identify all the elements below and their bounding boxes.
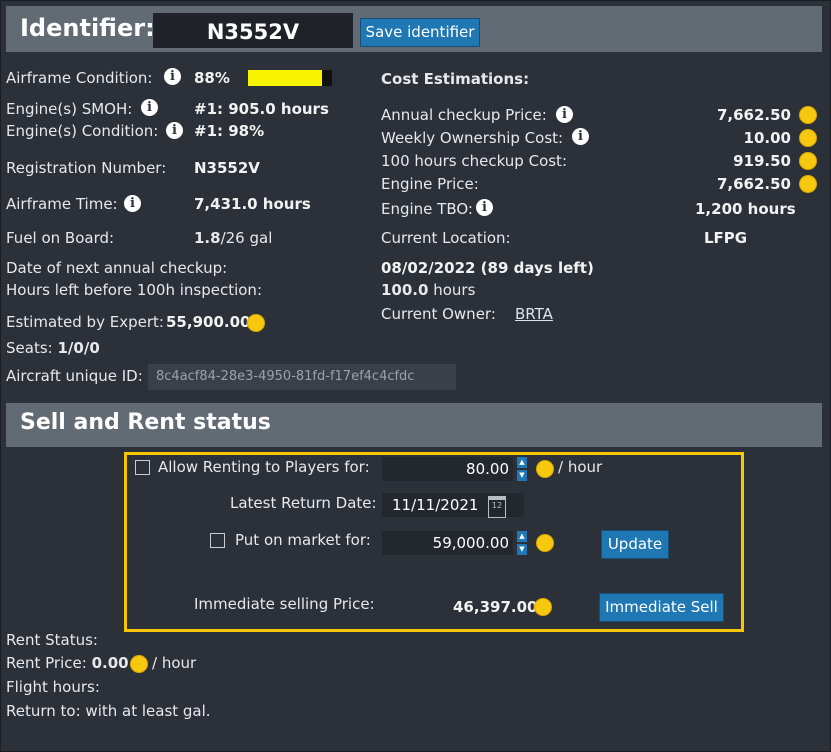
identifier-field[interactable]: N3552V [153,13,353,48]
location-value: LFPG [704,229,748,247]
registration-label: Registration Number: [6,159,167,177]
coin-icon [799,175,817,193]
immediate-price-label: Immediate selling Price: [194,595,375,613]
spinner-down-icon[interactable]: ▼ [517,470,527,481]
hours-left-value: 100.0 [381,281,429,299]
coin-icon [799,129,817,147]
info-icon[interactable]: i [166,122,183,139]
registration-value: N3552V [194,159,260,177]
fuel-label: Fuel on Board: [6,229,115,247]
aircraft-panel: Identifier: N3552V Save identifier Airfr… [0,0,831,752]
market-price-input[interactable]: 59,000.00 [382,531,513,555]
renting-per-hour: / hour [558,458,603,476]
hours-left-label: Hours left before 100h inspection: [6,281,262,299]
hundred-hours-value: 919.50 [733,152,791,170]
airframe-condition-value: 88% [194,69,230,87]
seats-value: 1/0/0 [57,339,100,357]
airframe-condition-label: Airframe Condition: [6,69,153,87]
location-label: Current Location: [381,229,511,247]
market-checkbox[interactable] [210,533,225,548]
coin-icon [799,152,817,170]
flight-hours-label: Flight hours: [6,678,100,696]
next-annual-value: 08/02/2022 (89 days left) [381,259,594,277]
fuel-value: 1.8 [194,229,221,247]
engine-condition-value: #1: 98% [194,122,265,140]
owner-link[interactable]: BRTA [515,305,553,323]
spinner-down-icon[interactable]: ▼ [517,544,527,555]
rent-price-label: Rent Price: [6,654,87,672]
annual-price-label: Annual checkup Price: [381,106,547,124]
identifier-title: Identifier: [20,14,155,42]
engine-tbo-label: Engine TBO: [381,200,473,218]
engine-condition-label: Engine(s) Condition: [6,122,159,140]
engine-smoh-value: #1: 905.0 hours [194,100,329,118]
allow-renting-checkbox[interactable] [135,460,150,475]
rent-per-hour: / hour [152,654,197,672]
cost-title: Cost Estimations: [381,70,530,88]
estimated-value: 55,900.00 [166,313,251,331]
info-icon[interactable]: i [572,128,589,145]
annual-price-value: 7,662.50 [716,106,791,124]
immediate-price-value: 46,397.00 [453,598,538,616]
info-icon[interactable]: i [164,68,181,85]
coin-icon [130,655,148,673]
sell-rent-title: Sell and Rent status [20,410,271,435]
calendar-icon[interactable]: 12 [488,496,506,518]
coin-icon [247,314,265,332]
coin-icon [536,534,554,552]
airframe-time-label: Airframe Time: [6,195,118,213]
coin-icon [534,598,552,616]
engine-smoh-label: Engine(s) SMOH: [6,100,133,118]
immediate-sell-button[interactable]: Immediate Sell [599,593,724,622]
engine-price-value: 7,662.50 [716,175,791,193]
rent-price-row: Rent Price: 0.00 [6,654,129,672]
return-date-label: Latest Return Date: [230,494,377,512]
hours-left-unit: hours [433,281,476,299]
rent-price-value: 0.00 [91,654,129,672]
owner-label: Current Owner: [381,305,496,323]
save-identifier-button[interactable]: Save identifier [360,18,480,47]
engine-tbo-value: 1,200 hours [695,200,796,218]
info-icon[interactable]: i [124,195,141,212]
engine-price-label: Engine Price: [381,175,479,193]
allow-renting-label: Allow Renting to Players for: [158,458,370,476]
spinner-up-icon[interactable]: ▲ [517,531,527,542]
market-price-spinner[interactable]: ▲ ▼ [517,531,527,555]
weekly-cost-value: 10.00 [743,129,791,147]
update-button[interactable]: Update [601,530,669,559]
fuel-capacity: /26 gal [220,229,273,247]
next-annual-label: Date of next annual checkup: [6,259,228,277]
info-icon[interactable]: i [556,106,573,123]
hours-left-readout: 100.0 hours [381,281,475,299]
fuel-readout: 1.8/26 gal [194,229,272,247]
seats-row: Seats: 1/0/0 [6,339,100,357]
renting-price-input[interactable]: 80.00 [382,457,513,481]
uid-field[interactable]: 8c4acf84-28e3-4950-81fd-f17ef4c4cfdc [148,364,456,390]
uid-label: Aircraft unique ID: [6,367,143,385]
weekly-cost-label: Weekly Ownership Cost: [381,129,564,147]
coin-icon [536,460,554,478]
condition-bar-fill [248,70,322,86]
info-icon[interactable]: i [476,199,493,216]
estimated-label: Estimated by Expert: [6,313,164,331]
info-icon[interactable]: i [141,99,158,116]
hundred-hours-label: 100 hours checkup Cost: [381,152,567,170]
return-to-label: Return to: with at least gal. [6,702,211,720]
seats-label: Seats: [6,339,53,357]
coin-icon [799,106,817,124]
renting-price-spinner[interactable]: ▲ ▼ [517,457,527,481]
airframe-time-value: 7,431.0 hours [194,195,311,213]
market-label: Put on market for: [235,531,371,549]
rent-status-label: Rent Status: [6,631,98,649]
spinner-up-icon[interactable]: ▲ [517,457,527,468]
